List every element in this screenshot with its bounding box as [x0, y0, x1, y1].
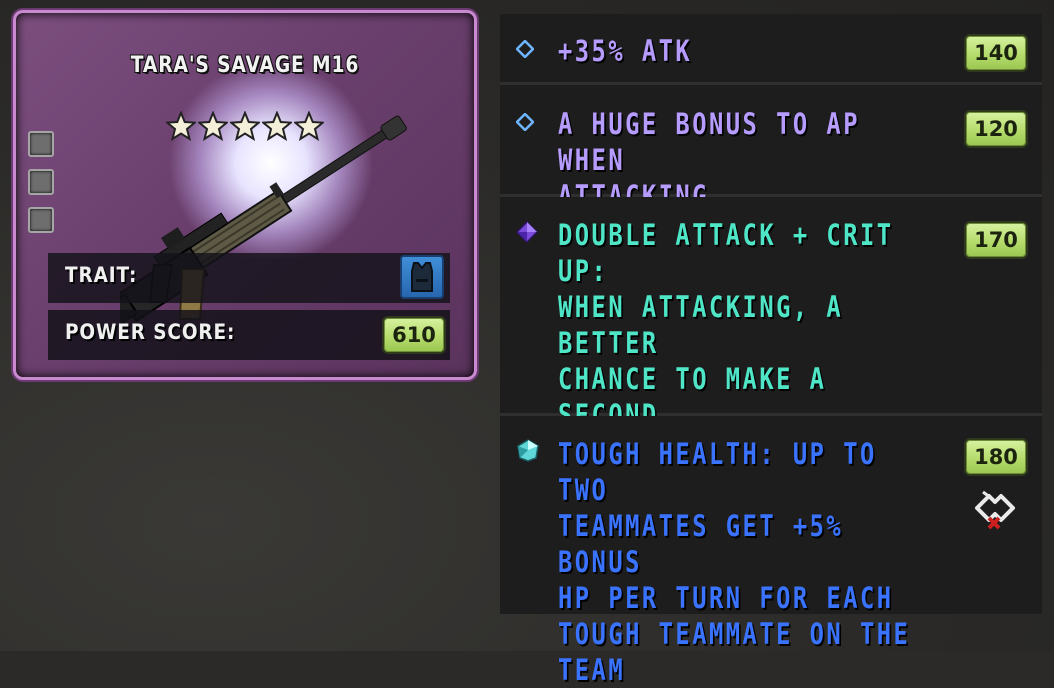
- skill-cost-badge: 120: [964, 110, 1028, 148]
- skill-text: TOUGH HEALTH: UP TO TWO TEAMMATES GET +5…: [558, 437, 911, 687]
- power-score-label: POWER SCORE:: [65, 320, 236, 344]
- trait-label: TRAIT:: [65, 263, 138, 287]
- outline-diamond-icon: [516, 40, 534, 58]
- star-icon: [262, 111, 292, 141]
- mod-slot[interactable]: [28, 207, 54, 233]
- weapon-card[interactable]: TARA'S SAVAGE M16 TRAIT: POWER SCORE: 61…: [13, 10, 477, 380]
- mod-slots: [28, 131, 54, 245]
- outline-diamond-icon: [516, 113, 534, 131]
- star-rating: [166, 111, 324, 147]
- skill-cost-badge: 140: [964, 34, 1028, 72]
- skill-row[interactable]: A HUGE BONUS TO AP WHEN ATTACKING 120: [500, 85, 1042, 213]
- power-score-badge: 610: [382, 316, 446, 354]
- skill-text: +35% ATK: [558, 34, 693, 68]
- star-icon: [230, 111, 260, 141]
- cyan-gem-icon: [517, 439, 539, 462]
- power-score-row: POWER SCORE: 610: [48, 310, 450, 360]
- mod-slot[interactable]: [28, 169, 54, 195]
- mod-slot[interactable]: [28, 131, 54, 157]
- skill-cost-badge: 180: [964, 438, 1028, 476]
- star-icon: [294, 111, 324, 141]
- armor-vest-icon[interactable]: [400, 255, 444, 299]
- skills-panel: +35% ATK 140 A HUGE BONUS TO AP WHEN ATT…: [500, 14, 1042, 687]
- skill-row[interactable]: TOUGH HEALTH: UP TO TWO TEAMMATES GET +5…: [500, 416, 1042, 687]
- skill-cost-badge: 170: [964, 221, 1028, 259]
- skill-row[interactable]: DOUBLE ATTACK + CRIT UP: WHEN ATTACKING,…: [500, 197, 1042, 576]
- purple-gem-icon: [516, 221, 538, 243]
- broken-link-icon[interactable]: [969, 478, 1025, 534]
- trait-row: TRAIT:: [48, 253, 450, 303]
- weapon-name: TARA'S SAVAGE M16: [130, 53, 360, 78]
- skill-row[interactable]: +35% ATK 140: [500, 14, 1042, 85]
- star-icon: [166, 111, 196, 141]
- star-icon: [198, 111, 228, 141]
